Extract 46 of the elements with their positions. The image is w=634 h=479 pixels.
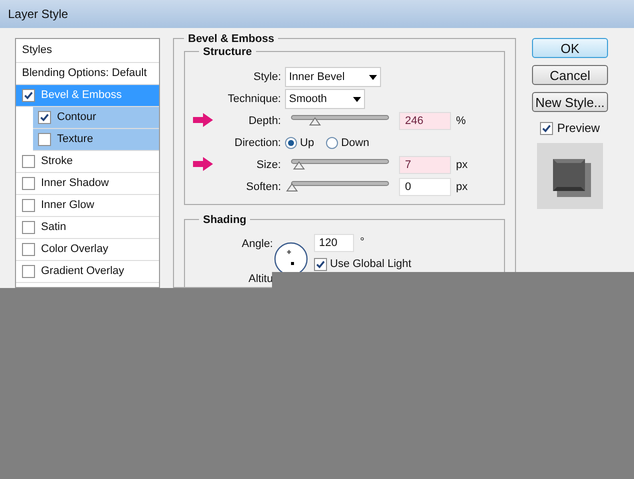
field-label: Depth: — [248, 114, 281, 129]
radio-button[interactable]: Down — [326, 134, 370, 152]
checkbox[interactable] — [22, 177, 35, 190]
caret-icon — [369, 74, 377, 80]
unit-label: ° — [360, 235, 364, 250]
dropdown[interactable]: Inner Bevel — [285, 67, 381, 87]
input-field[interactable]: 7 — [399, 156, 451, 174]
field-label: Technique: — [228, 92, 281, 107]
radio-button[interactable]: Up — [285, 134, 314, 152]
field-label: Angle: — [242, 237, 273, 252]
dropdown[interactable]: Smooth — [285, 89, 365, 109]
field-label: Altitu — [248, 272, 273, 286]
checkbox[interactable] — [22, 221, 35, 234]
unit-label: px — [456, 180, 468, 195]
preview-thumbnail — [537, 143, 603, 209]
checkbox[interactable] — [22, 265, 35, 278]
dialog-button[interactable]: New Style... — [532, 92, 608, 112]
field-label: Size: — [256, 158, 281, 173]
checkbox[interactable] — [22, 89, 35, 102]
checkbox[interactable] — [22, 155, 35, 168]
checkbox[interactable] — [314, 258, 327, 271]
unit-label: px — [456, 158, 468, 173]
checkbox[interactable] — [540, 122, 554, 134]
checkbox-label: Preview — [557, 120, 600, 137]
slider-thumb[interactable] — [292, 160, 305, 170]
dialog-button[interactable]: Cancel — [532, 65, 608, 85]
unit-label: % — [456, 114, 466, 129]
style-item[interactable]: Texture — [33, 129, 159, 151]
input-field[interactable]: 120 — [314, 234, 354, 252]
checkbox-label: Use Global Light — [330, 257, 412, 272]
checkbox[interactable] — [38, 133, 51, 146]
slider-thumb[interactable] — [309, 116, 322, 126]
checkbox[interactable] — [38, 111, 51, 124]
dialog-button[interactable]: OK — [532, 38, 608, 58]
field-label: Direction: — [234, 136, 281, 151]
checkbox[interactable] — [22, 243, 35, 256]
caret-icon — [353, 96, 361, 102]
group-title: Shading — [199, 212, 250, 228]
checkbox[interactable] — [22, 199, 35, 212]
window-title: Layer Style — [8, 6, 68, 23]
field-label: Soften: — [246, 180, 281, 195]
input-field[interactable]: 0 — [399, 178, 451, 196]
style-item[interactable]: Contour — [33, 107, 159, 129]
slider-thumb[interactable] — [286, 182, 298, 192]
input-field[interactable]: 246 — [399, 112, 451, 130]
field-label: Style: — [253, 70, 281, 85]
